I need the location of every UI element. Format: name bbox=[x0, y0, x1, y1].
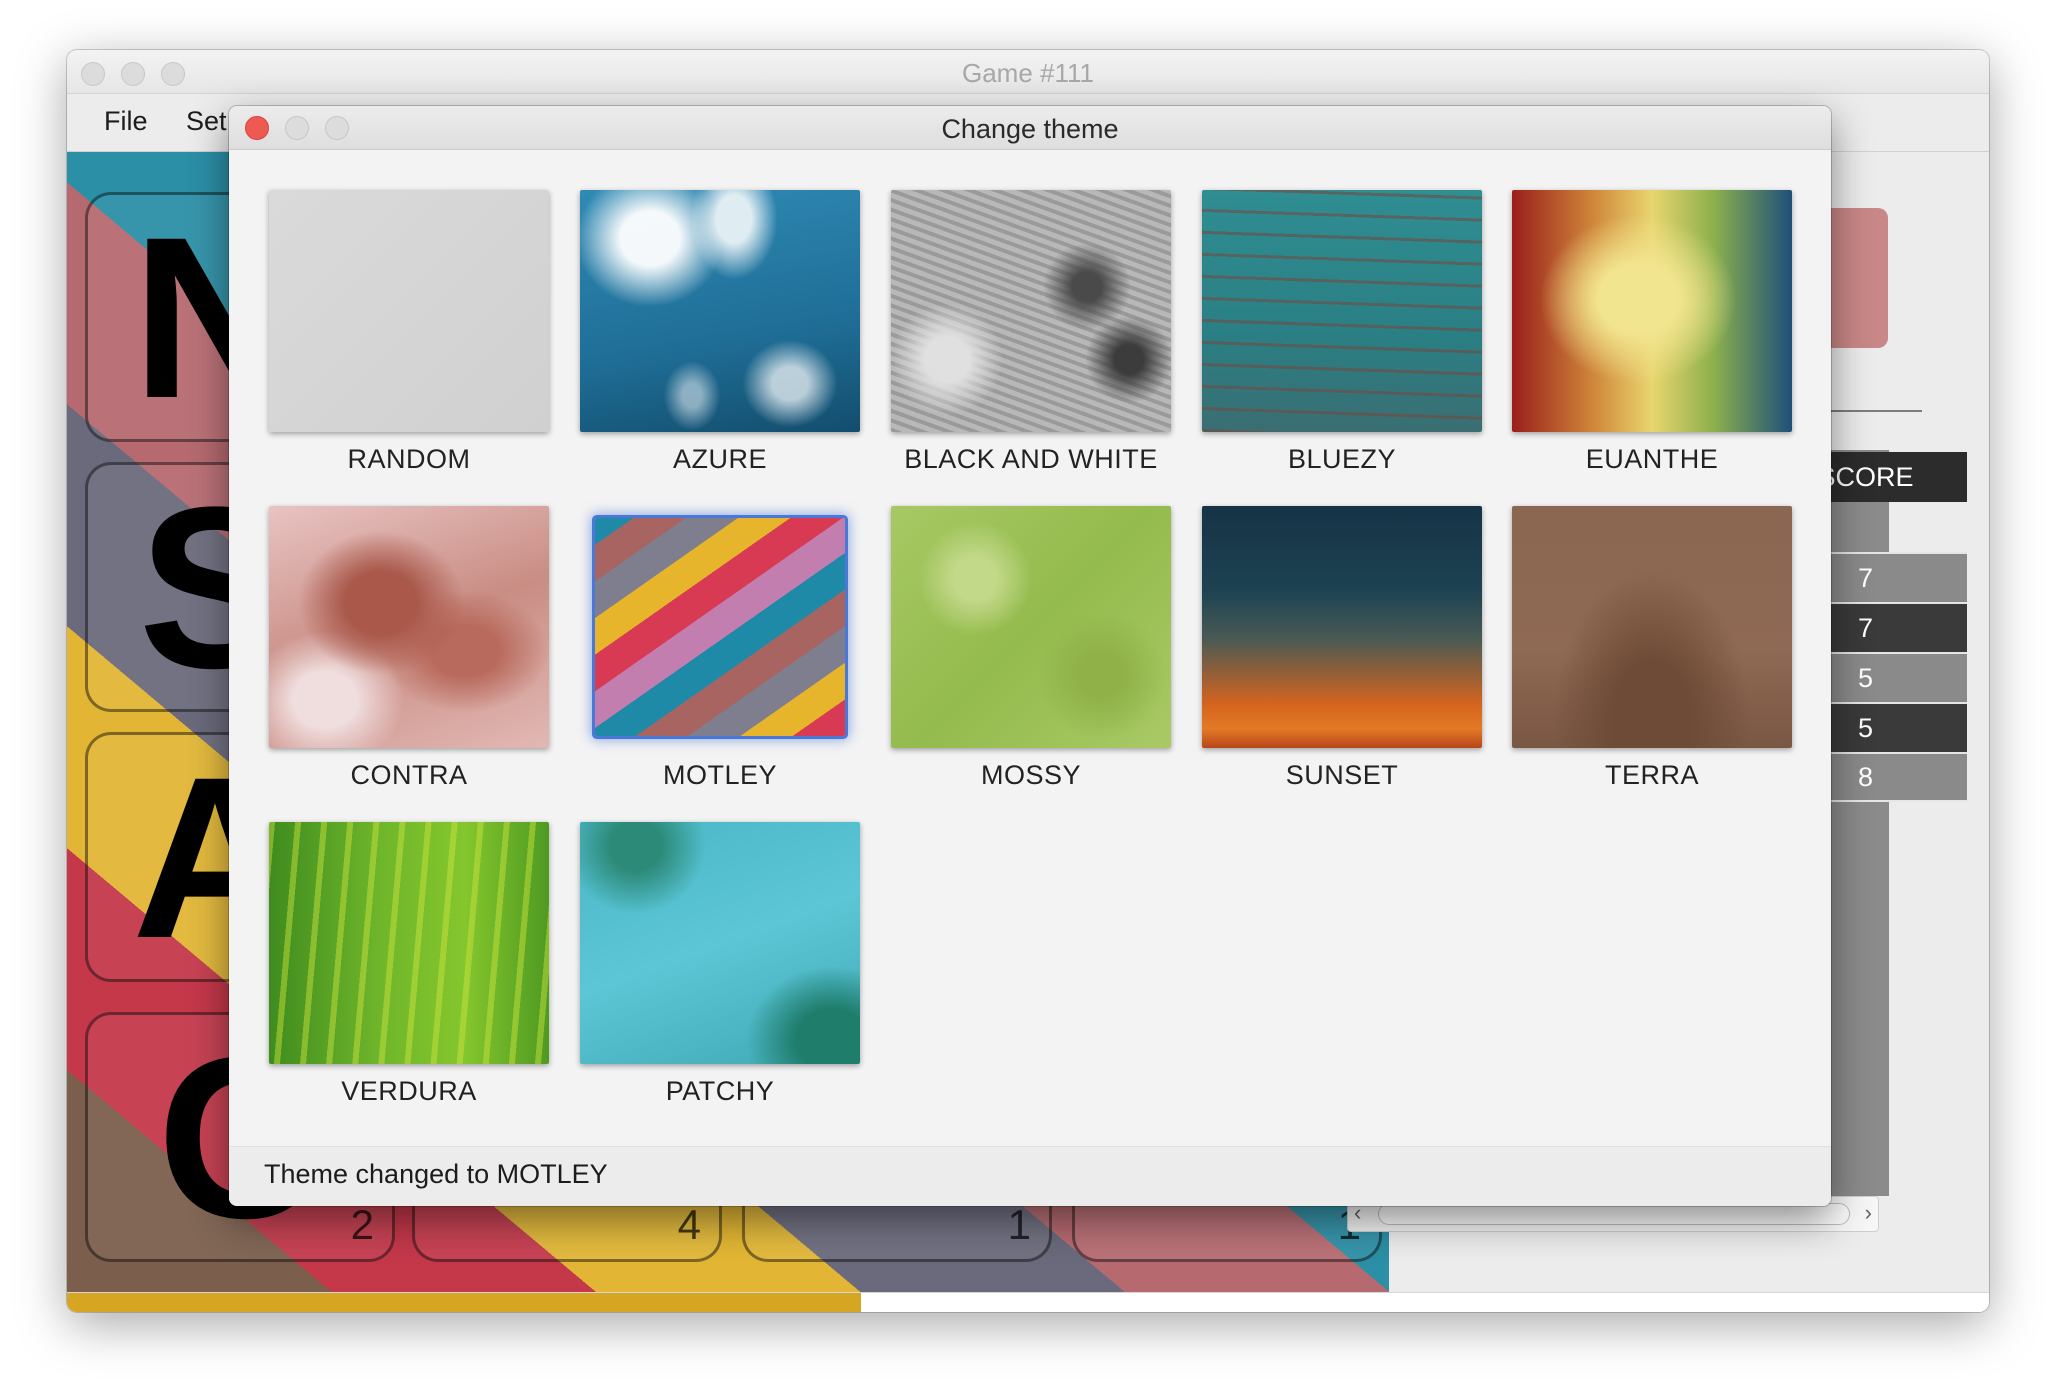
theme-label: AZURE bbox=[672, 444, 767, 474]
main-window-title: Game #111 bbox=[961, 58, 1094, 88]
theme-sunset-thumbnail[interactable] bbox=[1202, 506, 1482, 748]
progress-bar bbox=[67, 1292, 1989, 1312]
dialog-title: Change theme bbox=[941, 114, 1119, 144]
change-theme-dialog: Change theme RANDOM AZURE BLACK AND WHIT… bbox=[229, 106, 1831, 1206]
progress-fill bbox=[67, 1293, 861, 1312]
theme-terra-thumbnail[interactable] bbox=[1512, 506, 1792, 748]
theme-contra-thumbnail[interactable] bbox=[269, 506, 549, 748]
theme-label: BLACK AND WHITE bbox=[904, 444, 1158, 474]
theme-patchy-thumbnail[interactable] bbox=[580, 822, 860, 1064]
theme-label: RANDOM bbox=[347, 444, 471, 474]
theme-label: VERDURA bbox=[341, 1076, 477, 1106]
tile-points: 2 bbox=[350, 1201, 374, 1248]
theme-verdura-thumbnail[interactable] bbox=[269, 822, 549, 1064]
status-message: Theme changed to MOTLEY bbox=[264, 1159, 608, 1189]
theme-label: PATCHY bbox=[665, 1076, 775, 1106]
theme-euanthe-thumbnail[interactable] bbox=[1512, 190, 1792, 432]
dialog-titlebar: Change theme bbox=[229, 106, 1831, 150]
scrollbar-thumb[interactable] bbox=[1378, 1203, 1850, 1225]
theme-label: EUANTHE bbox=[1585, 444, 1719, 474]
menu-settings[interactable]: Set bbox=[186, 106, 227, 137]
theme-label: CONTRA bbox=[350, 760, 468, 790]
theme-mossy-thumbnail[interactable] bbox=[891, 506, 1171, 748]
theme-azure-thumbnail[interactable] bbox=[580, 190, 860, 432]
tile-points: 1 bbox=[1007, 1201, 1031, 1248]
theme-black-and-white-thumbnail[interactable] bbox=[891, 190, 1171, 432]
theme-label: SUNSET bbox=[1285, 760, 1399, 790]
theme-motley-thumbnail[interactable] bbox=[595, 518, 845, 736]
theme-bluezy-thumbnail[interactable] bbox=[1202, 190, 1482, 432]
theme-label: BLUEZY bbox=[1287, 444, 1397, 474]
dialog-status-bar: Theme changed to MOTLEY bbox=[229, 1146, 1831, 1206]
theme-random-thumbnail[interactable] bbox=[269, 190, 549, 432]
chevron-right-icon[interactable]: › bbox=[1865, 1200, 1872, 1226]
theme-label: MOSSY bbox=[980, 760, 1082, 790]
main-titlebar: Game #111 bbox=[67, 50, 1989, 94]
menu-file[interactable]: File bbox=[104, 106, 148, 137]
theme-label: MOTLEY bbox=[662, 760, 778, 790]
tile-points: 4 bbox=[677, 1201, 701, 1248]
theme-label: TERRA bbox=[1604, 760, 1699, 790]
